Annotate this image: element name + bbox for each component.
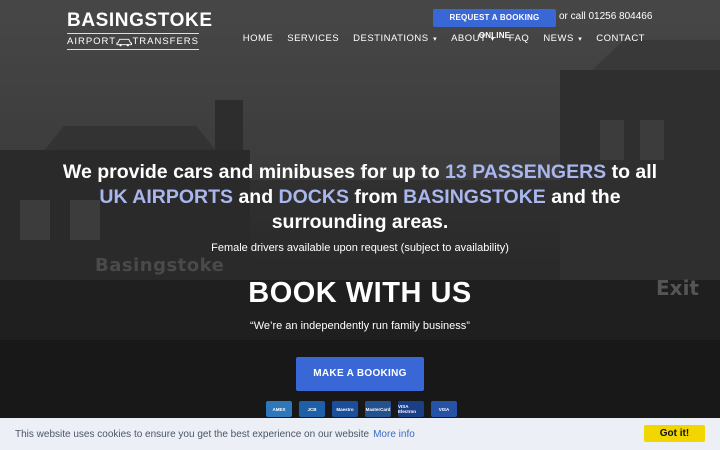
nav-faq[interactable]: FAQ	[495, 33, 530, 44]
amex-card-icon: AMEX	[266, 401, 292, 417]
main-nav: HOME SERVICES DESTINATIONS ▾ ABOUT ▾ FAQ…	[229, 33, 645, 44]
nav-about[interactable]: ABOUT ▾	[437, 33, 495, 44]
exit-sign-text: Exit	[656, 276, 699, 300]
cookie-message: This website uses cookies to ensure you …	[15, 428, 370, 440]
book-with-us-title: BOOK WITH US	[248, 277, 472, 309]
mastercard-card-icon: MasterCard	[365, 401, 391, 417]
payment-cards: AMEX JCB Maestro MasterCard VISA Electro…	[266, 401, 457, 417]
site-logo[interactable]: BASINGSTOKE AIRPORT TRANSFERS	[67, 10, 213, 50]
nav-home[interactable]: HOME	[229, 33, 274, 44]
logo-brand: BASINGSTOKE	[67, 10, 213, 31]
phone-number[interactable]: or call 01256 804466	[559, 11, 652, 22]
hero-headline: We provide cars and minibuses for up to …	[62, 161, 658, 233]
hero-subline: Female drivers available upon request (s…	[211, 242, 509, 254]
logo-sub-left: AIRPORT	[67, 36, 117, 47]
nav-news[interactable]: NEWS ▾	[529, 33, 582, 44]
request-booking-online-button[interactable]: REQUEST A BOOKING ONLINE	[433, 9, 556, 40]
logo-sub-right: TRANSFERS	[132, 36, 199, 47]
make-booking-button[interactable]: MAKE A BOOKING	[296, 357, 424, 391]
nav-contact[interactable]: CONTACT	[582, 33, 645, 44]
cookie-consent-bar: This website uses cookies to ensure you …	[0, 418, 720, 450]
maestro-card-icon: Maestro	[332, 401, 358, 417]
hero-quote: “We’re an independently run family busin…	[250, 320, 470, 332]
visa-card-icon: VISA	[431, 401, 457, 417]
station-sign-text: Basingstoke	[95, 255, 225, 276]
nav-services[interactable]: SERVICES	[273, 33, 339, 44]
car-icon	[116, 38, 132, 46]
cookie-more-info-link[interactable]: More info	[373, 429, 415, 440]
nav-destinations[interactable]: DESTINATIONS ▾	[339, 33, 437, 44]
visa-electron-card-icon: VISA Electron	[398, 401, 424, 417]
cookie-accept-button[interactable]: Got it!	[644, 425, 705, 442]
jcb-card-icon: JCB	[299, 401, 325, 417]
